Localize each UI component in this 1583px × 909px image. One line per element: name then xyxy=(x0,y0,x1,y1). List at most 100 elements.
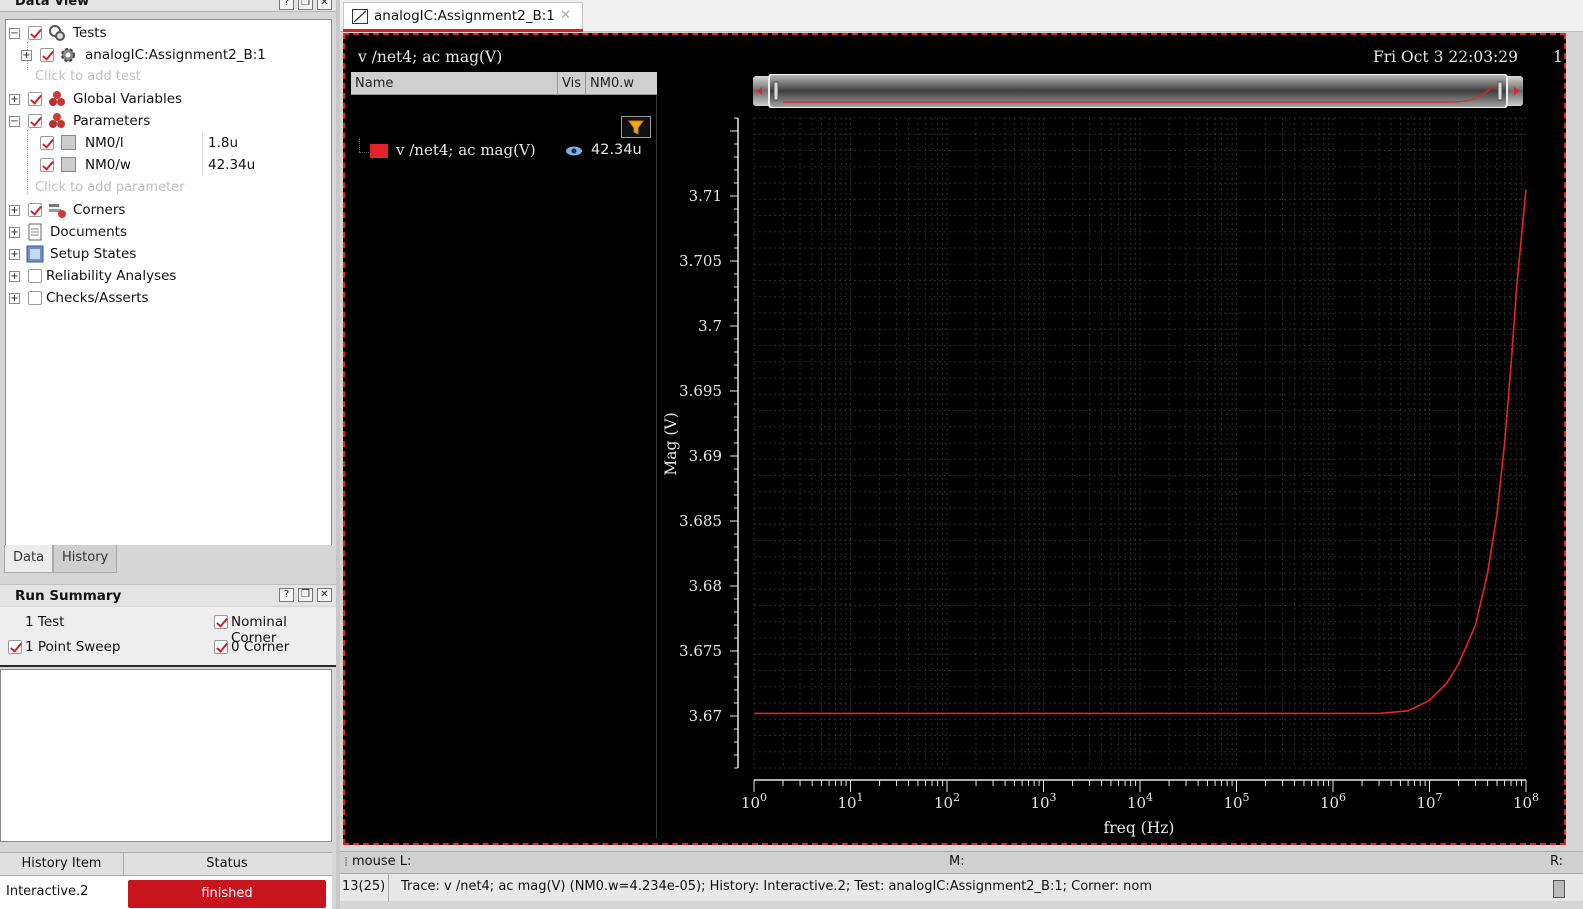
zoom-scrollbar[interactable] xyxy=(753,73,1523,109)
tree-item-parameters[interactable]: − Parameters xyxy=(6,110,326,132)
add-parameter-hint[interactable]: Click to add parameter xyxy=(35,177,185,199)
y-axis-label: Mag (V) xyxy=(662,412,680,475)
data-view-title: Data View xyxy=(15,0,90,9)
nominal-corner-checkbox[interactable] xyxy=(214,615,228,629)
tree-item-reliability[interactable]: + Reliability Analyses xyxy=(6,265,326,287)
x-tick-label: 102 xyxy=(934,791,960,812)
plot-chart[interactable]: 3.67 3.675 3.68 3.685 3.69 3.695 3.7 3.705 3.71 1… xyxy=(660,108,1550,844)
legend-panel: v /net4; ac mag(V) 42.34u xyxy=(351,72,657,838)
float-icon[interactable]: ❐ xyxy=(298,0,313,10)
expand-icon[interactable]: + xyxy=(9,271,20,282)
expand-icon[interactable]: + xyxy=(9,205,20,216)
trace-status-bar: 13(25) Trace: v /net4; ac mag(V) (NM0.w=… xyxy=(340,873,1583,902)
visible-eye-icon[interactable] xyxy=(565,144,583,162)
corners-checkbox[interactable] xyxy=(28,203,42,217)
plot-edge-label: 1 xyxy=(1553,48,1563,66)
corner-checkbox[interactable] xyxy=(214,640,228,654)
legend-col-vis[interactable]: Vis xyxy=(558,72,586,95)
history-row[interactable]: Interactive.2 finished xyxy=(0,876,332,909)
legend-col-name[interactable]: Name xyxy=(351,72,558,95)
run-summary-details xyxy=(0,669,332,842)
mouse-right-label: R: xyxy=(1550,854,1564,869)
add-test-hint[interactable]: Click to add test xyxy=(35,66,141,88)
reliability-checkbox[interactable] xyxy=(28,269,42,283)
param-value[interactable]: 1.8u xyxy=(202,132,322,154)
setup-states-label: Setup States xyxy=(50,246,137,262)
tree-item-setup-states[interactable]: + Setup States xyxy=(6,243,326,265)
param-checkbox[interactable] xyxy=(40,158,54,172)
run-summary-sweep: 1 Point Sweep xyxy=(25,639,121,655)
filter-icon[interactable] xyxy=(621,116,651,138)
history-item: Interactive.2 xyxy=(6,884,89,899)
checks-label: Checks/Asserts xyxy=(46,290,149,306)
tree-item-checks[interactable]: + Checks/Asserts xyxy=(6,287,326,309)
run-summary-corner: 0 Corner xyxy=(231,639,290,655)
x-tick-label: 108 xyxy=(1513,791,1539,812)
grip-icon: ⁞ xyxy=(344,855,349,870)
variables-icon xyxy=(48,90,66,108)
history-col-status[interactable]: Status xyxy=(124,853,330,875)
tree-item-tests[interactable]: − Tests xyxy=(6,22,326,44)
resize-grip-icon[interactable] xyxy=(1553,880,1565,898)
legend-trace-name[interactable]: v /net4; ac mag(V) xyxy=(396,141,536,159)
corners-label: Corners xyxy=(73,202,126,218)
help-icon[interactable]: ? xyxy=(279,588,294,602)
param-row[interactable]: NM0/l 1.8u xyxy=(6,132,326,154)
tab-data[interactable]: Data xyxy=(4,545,54,573)
run-summary-title: Run Summary xyxy=(15,588,122,604)
y-tick-label: 3.685 xyxy=(679,512,722,530)
gears-icon xyxy=(48,24,66,42)
x-tick-label: 107 xyxy=(1416,791,1442,812)
close-tab-icon[interactable]: ✕ xyxy=(560,8,571,23)
plot-window-icon xyxy=(352,9,368,24)
param-value[interactable]: 42.34u xyxy=(202,154,322,176)
panel-splitter[interactable] xyxy=(336,0,340,909)
x-tick-label: 103 xyxy=(1030,791,1056,812)
x-tick-label: 105 xyxy=(1223,791,1249,812)
help-icon[interactable]: ? xyxy=(279,0,294,10)
tests-label: Tests xyxy=(73,25,107,41)
y-tick-label: 3.67 xyxy=(689,707,722,725)
legend-col-param[interactable]: NM0.w xyxy=(586,72,657,95)
expand-icon[interactable]: + xyxy=(9,94,20,105)
expand-icon[interactable]: + xyxy=(9,249,20,260)
y-tick-label: 3.695 xyxy=(679,382,722,400)
setup-states-icon xyxy=(26,245,44,263)
gear-icon xyxy=(59,46,77,64)
parameter-icon xyxy=(61,135,76,150)
tab-history[interactable]: History xyxy=(53,545,118,573)
expand-icon[interactable]: + xyxy=(9,293,20,304)
checks-checkbox[interactable] xyxy=(28,291,42,305)
sweep-checkbox[interactable] xyxy=(8,640,22,654)
expand-icon[interactable]: + xyxy=(9,227,20,238)
collapse-icon[interactable]: − xyxy=(9,116,20,127)
data-view-tree: − Tests + analogIC:Assignment2_B:1 Click… xyxy=(5,19,332,546)
tab-plot[interactable]: analogIC:Assignment2_B:1 ✕ xyxy=(343,2,583,32)
collapse-icon[interactable]: − xyxy=(9,28,20,39)
trace-info: Trace: v /net4; ac mag(V) (NM0.w=4.234e-… xyxy=(401,879,1153,894)
float-icon[interactable]: ❐ xyxy=(298,588,313,602)
tree-item-test[interactable]: + analogIC:Assignment2_B:1 xyxy=(6,44,326,66)
param-checkbox[interactable] xyxy=(40,136,54,150)
test-checkbox[interactable] xyxy=(40,48,54,62)
expand-icon[interactable]: + xyxy=(21,50,32,61)
tests-checkbox[interactable] xyxy=(28,26,42,40)
history-table-header: History Item Status xyxy=(0,852,332,876)
param-name: NM0/w xyxy=(85,157,131,173)
documents-label: Documents xyxy=(50,224,127,240)
close-icon[interactable]: ✕ xyxy=(317,0,332,10)
y-tick-label: 3.69 xyxy=(689,447,722,465)
data-view-header: Data View ? ❐ ✕ xyxy=(0,0,336,12)
tree-item-documents[interactable]: + Documents xyxy=(6,221,326,243)
global-variables-checkbox[interactable] xyxy=(28,92,42,106)
tree-item-global-variables[interactable]: + Global Variables xyxy=(6,88,326,110)
tree-item-corners[interactable]: + Corners xyxy=(6,199,326,221)
history-col-item[interactable]: History Item xyxy=(0,853,124,875)
mouse-status-bar: ⁞ mouse L: M: R: xyxy=(340,851,1583,873)
x-tick-label: 101 xyxy=(837,791,863,812)
y-tick-label: 3.68 xyxy=(689,577,722,595)
close-icon[interactable]: ✕ xyxy=(317,588,332,602)
parameters-checkbox[interactable] xyxy=(28,114,42,128)
param-row[interactable]: NM0/w 42.34u xyxy=(6,154,326,176)
trace-count: 13(25) xyxy=(342,879,386,894)
